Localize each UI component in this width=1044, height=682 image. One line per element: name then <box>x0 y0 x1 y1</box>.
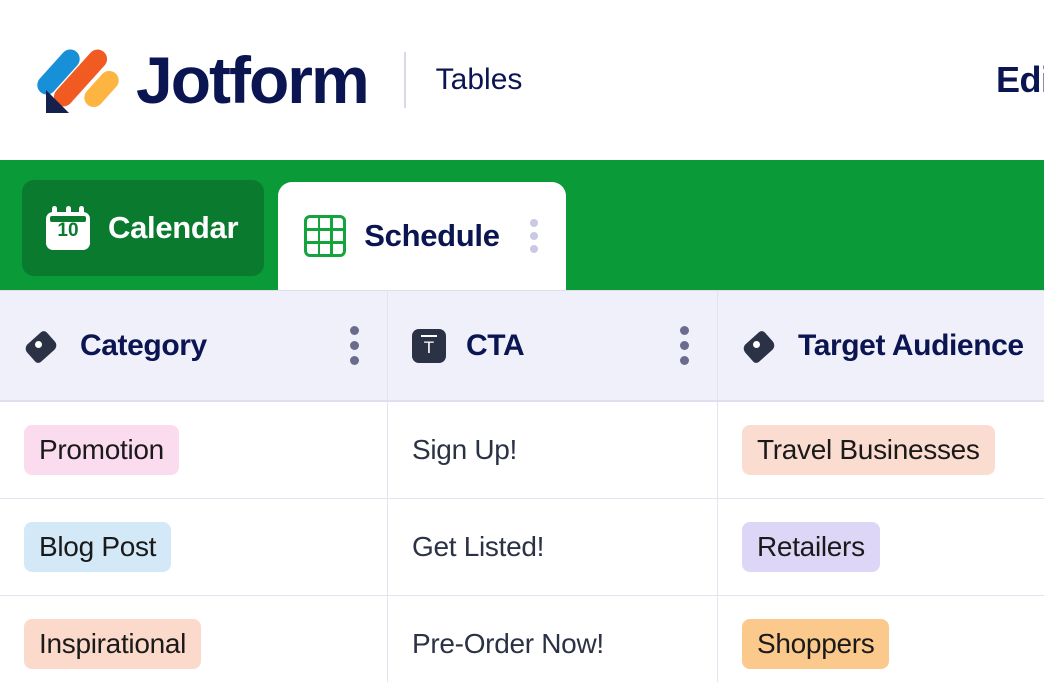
tag-icon <box>741 328 778 365</box>
brand-wordmark: Jotform <box>136 43 370 117</box>
table-header-row: Category T CTA Target Audience <box>0 290 1044 402</box>
header-divider <box>403 52 406 108</box>
cell-target-audience[interactable]: Travel Businesses <box>718 402 1044 498</box>
cell-target-audience[interactable]: Retailers <box>718 499 1044 595</box>
jotform-logo-icon <box>33 43 123 117</box>
tab-schedule-label: Schedule <box>364 218 500 253</box>
column-category-more-vertical-icon[interactable] <box>342 320 367 371</box>
column-header-target-audience[interactable]: Target Audience <box>718 291 1044 400</box>
cell-cta[interactable]: Pre-Order Now! <box>388 596 718 682</box>
column-header-category-label: Category <box>80 328 207 362</box>
column-cta-more-vertical-icon[interactable] <box>672 320 697 371</box>
app-header: Jotform Tables Edit <box>0 0 1044 160</box>
cell-cta[interactable]: Get Listed! <box>388 499 718 595</box>
cell-category[interactable]: Inspirational <box>0 596 388 682</box>
cell-category[interactable]: Blog Post <box>0 499 388 595</box>
column-header-target-audience-label: Target Audience <box>798 328 1024 362</box>
category-tag: Blog Post <box>24 522 172 572</box>
tab-schedule[interactable]: Schedule <box>278 182 566 290</box>
column-header-cta-label: CTA <box>466 328 525 362</box>
audience-tag: Travel Businesses <box>742 425 995 475</box>
table-row: Promotion Sign Up! Travel Businesses <box>0 402 1044 499</box>
cell-cta[interactable]: Sign Up! <box>388 402 718 498</box>
table-row: Inspirational Pre-Order Now! Shoppers <box>0 596 1044 682</box>
cell-category[interactable]: Promotion <box>0 402 388 498</box>
audience-tag: Shoppers <box>742 619 890 669</box>
table-grid-icon <box>304 215 347 257</box>
tab-calendar[interactable]: 10 Calendar <box>22 180 265 276</box>
data-table: Category T CTA Target Audience Promotion… <box>0 290 1044 682</box>
tag-icon <box>23 328 60 365</box>
audience-tag: Retailers <box>742 522 880 572</box>
section-label: Tables <box>435 63 523 96</box>
calendar-icon: 10 <box>46 206 90 250</box>
cta-value: Get Listed! <box>412 531 545 562</box>
logo-triangle-navy <box>46 90 69 113</box>
cta-value: Pre-Order Now! <box>412 628 604 659</box>
cta-value: Sign Up! <box>412 434 517 465</box>
column-header-category[interactable]: Category <box>0 291 388 400</box>
brand-block[interactable]: Jotform <box>33 43 370 117</box>
column-header-cta[interactable]: T CTA <box>388 291 718 400</box>
short-text-icon: T <box>412 328 446 363</box>
edit-button[interactable]: Edit <box>996 59 1044 101</box>
tab-schedule-more-vertical-icon[interactable] <box>524 215 544 257</box>
category-tag: Promotion <box>24 425 179 475</box>
cell-target-audience[interactable]: Shoppers <box>718 596 1044 682</box>
table-row: Blog Post Get Listed! Retailers <box>0 499 1044 596</box>
tab-strip: 10 Calendar Schedule <box>0 160 1044 290</box>
category-tag: Inspirational <box>24 619 202 669</box>
jotform-tables-app: Jotform Tables Edit 10 Calendar Schedule <box>0 0 1044 682</box>
tab-calendar-label: Calendar <box>108 210 239 245</box>
calendar-icon-day: 10 <box>57 220 79 241</box>
